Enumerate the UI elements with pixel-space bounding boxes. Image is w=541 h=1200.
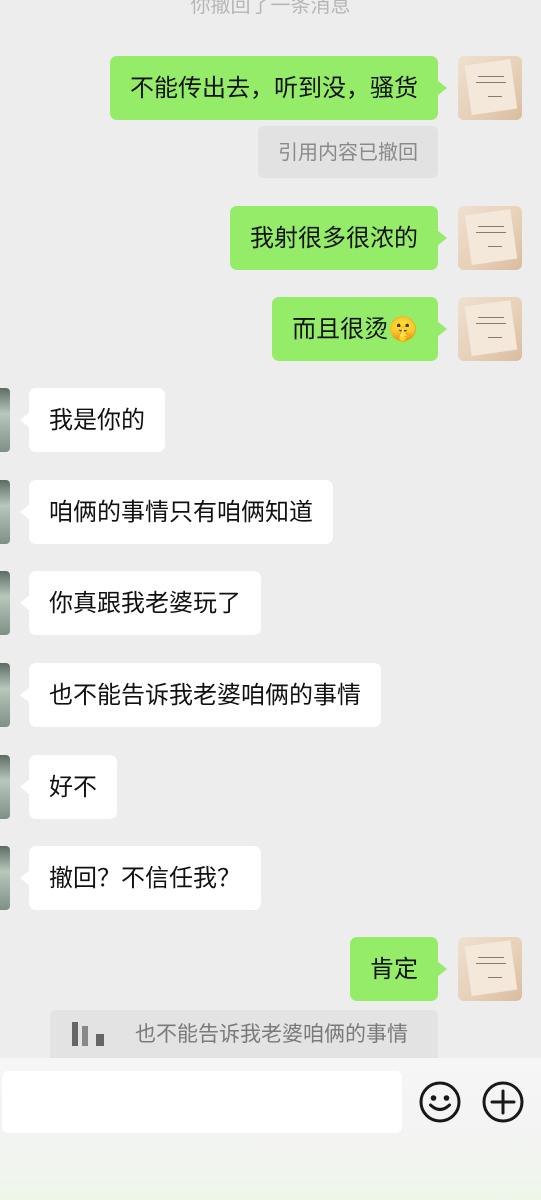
message-bubble-incoming[interactable]: 也不能告诉我老婆咱俩的事情 xyxy=(20,663,381,727)
message-input[interactable] xyxy=(2,1071,402,1133)
message-bubble-outgoing[interactable]: 不能传出去，听到没，骚货 xyxy=(110,56,447,120)
contact-avatar[interactable] xyxy=(0,755,10,819)
message-bubble-incoming[interactable]: 你真跟我老婆玩了 xyxy=(20,571,261,635)
input-bar xyxy=(0,1058,541,1200)
quote-recalled-notice: 引用内容已撤回 xyxy=(258,126,438,178)
message-bubble-incoming[interactable]: 好不 xyxy=(20,755,117,819)
quote-preview-text: 也不能告诉我老婆咱俩的事情 xyxy=(135,1022,408,1046)
contact-avatar[interactable] xyxy=(0,663,10,727)
message-bubble-incoming[interactable]: 我是你的 xyxy=(20,388,165,452)
quote-preview[interactable]: 也不能告诉我老婆咱俩的事情 xyxy=(50,1010,438,1058)
chat-area[interactable]: 你撤回了一条消息 不能传出去，听到没，骚货 引用内容已撤回 我射很多很浓的 而且… xyxy=(0,0,541,1058)
my-avatar[interactable] xyxy=(458,206,522,270)
my-avatar[interactable] xyxy=(458,56,522,120)
contact-avatar[interactable] xyxy=(0,388,10,452)
plus-circle-icon[interactable] xyxy=(481,1080,525,1124)
contact-avatar[interactable] xyxy=(0,846,10,910)
message-bubble-outgoing[interactable]: 我射很多很浓的 xyxy=(230,206,447,270)
my-avatar[interactable] xyxy=(458,937,522,1001)
message-bubble-incoming[interactable]: 咱俩的事情只有咱俩知道 xyxy=(20,480,333,544)
message-bubble-incoming[interactable]: 撤回？不信任我？ xyxy=(20,846,261,910)
quote-thumbnail-icon xyxy=(72,1022,106,1046)
smiley-face-icon[interactable] xyxy=(418,1080,462,1124)
contact-avatar[interactable] xyxy=(0,480,10,544)
system-notice: 你撤回了一条消息 xyxy=(190,0,351,17)
contact-avatar[interactable] xyxy=(0,571,10,635)
message-bubble-outgoing[interactable]: 肯定 xyxy=(350,937,447,1001)
message-bubble-outgoing[interactable]: 而且很烫🤫 xyxy=(272,297,447,361)
my-avatar[interactable] xyxy=(458,297,522,361)
